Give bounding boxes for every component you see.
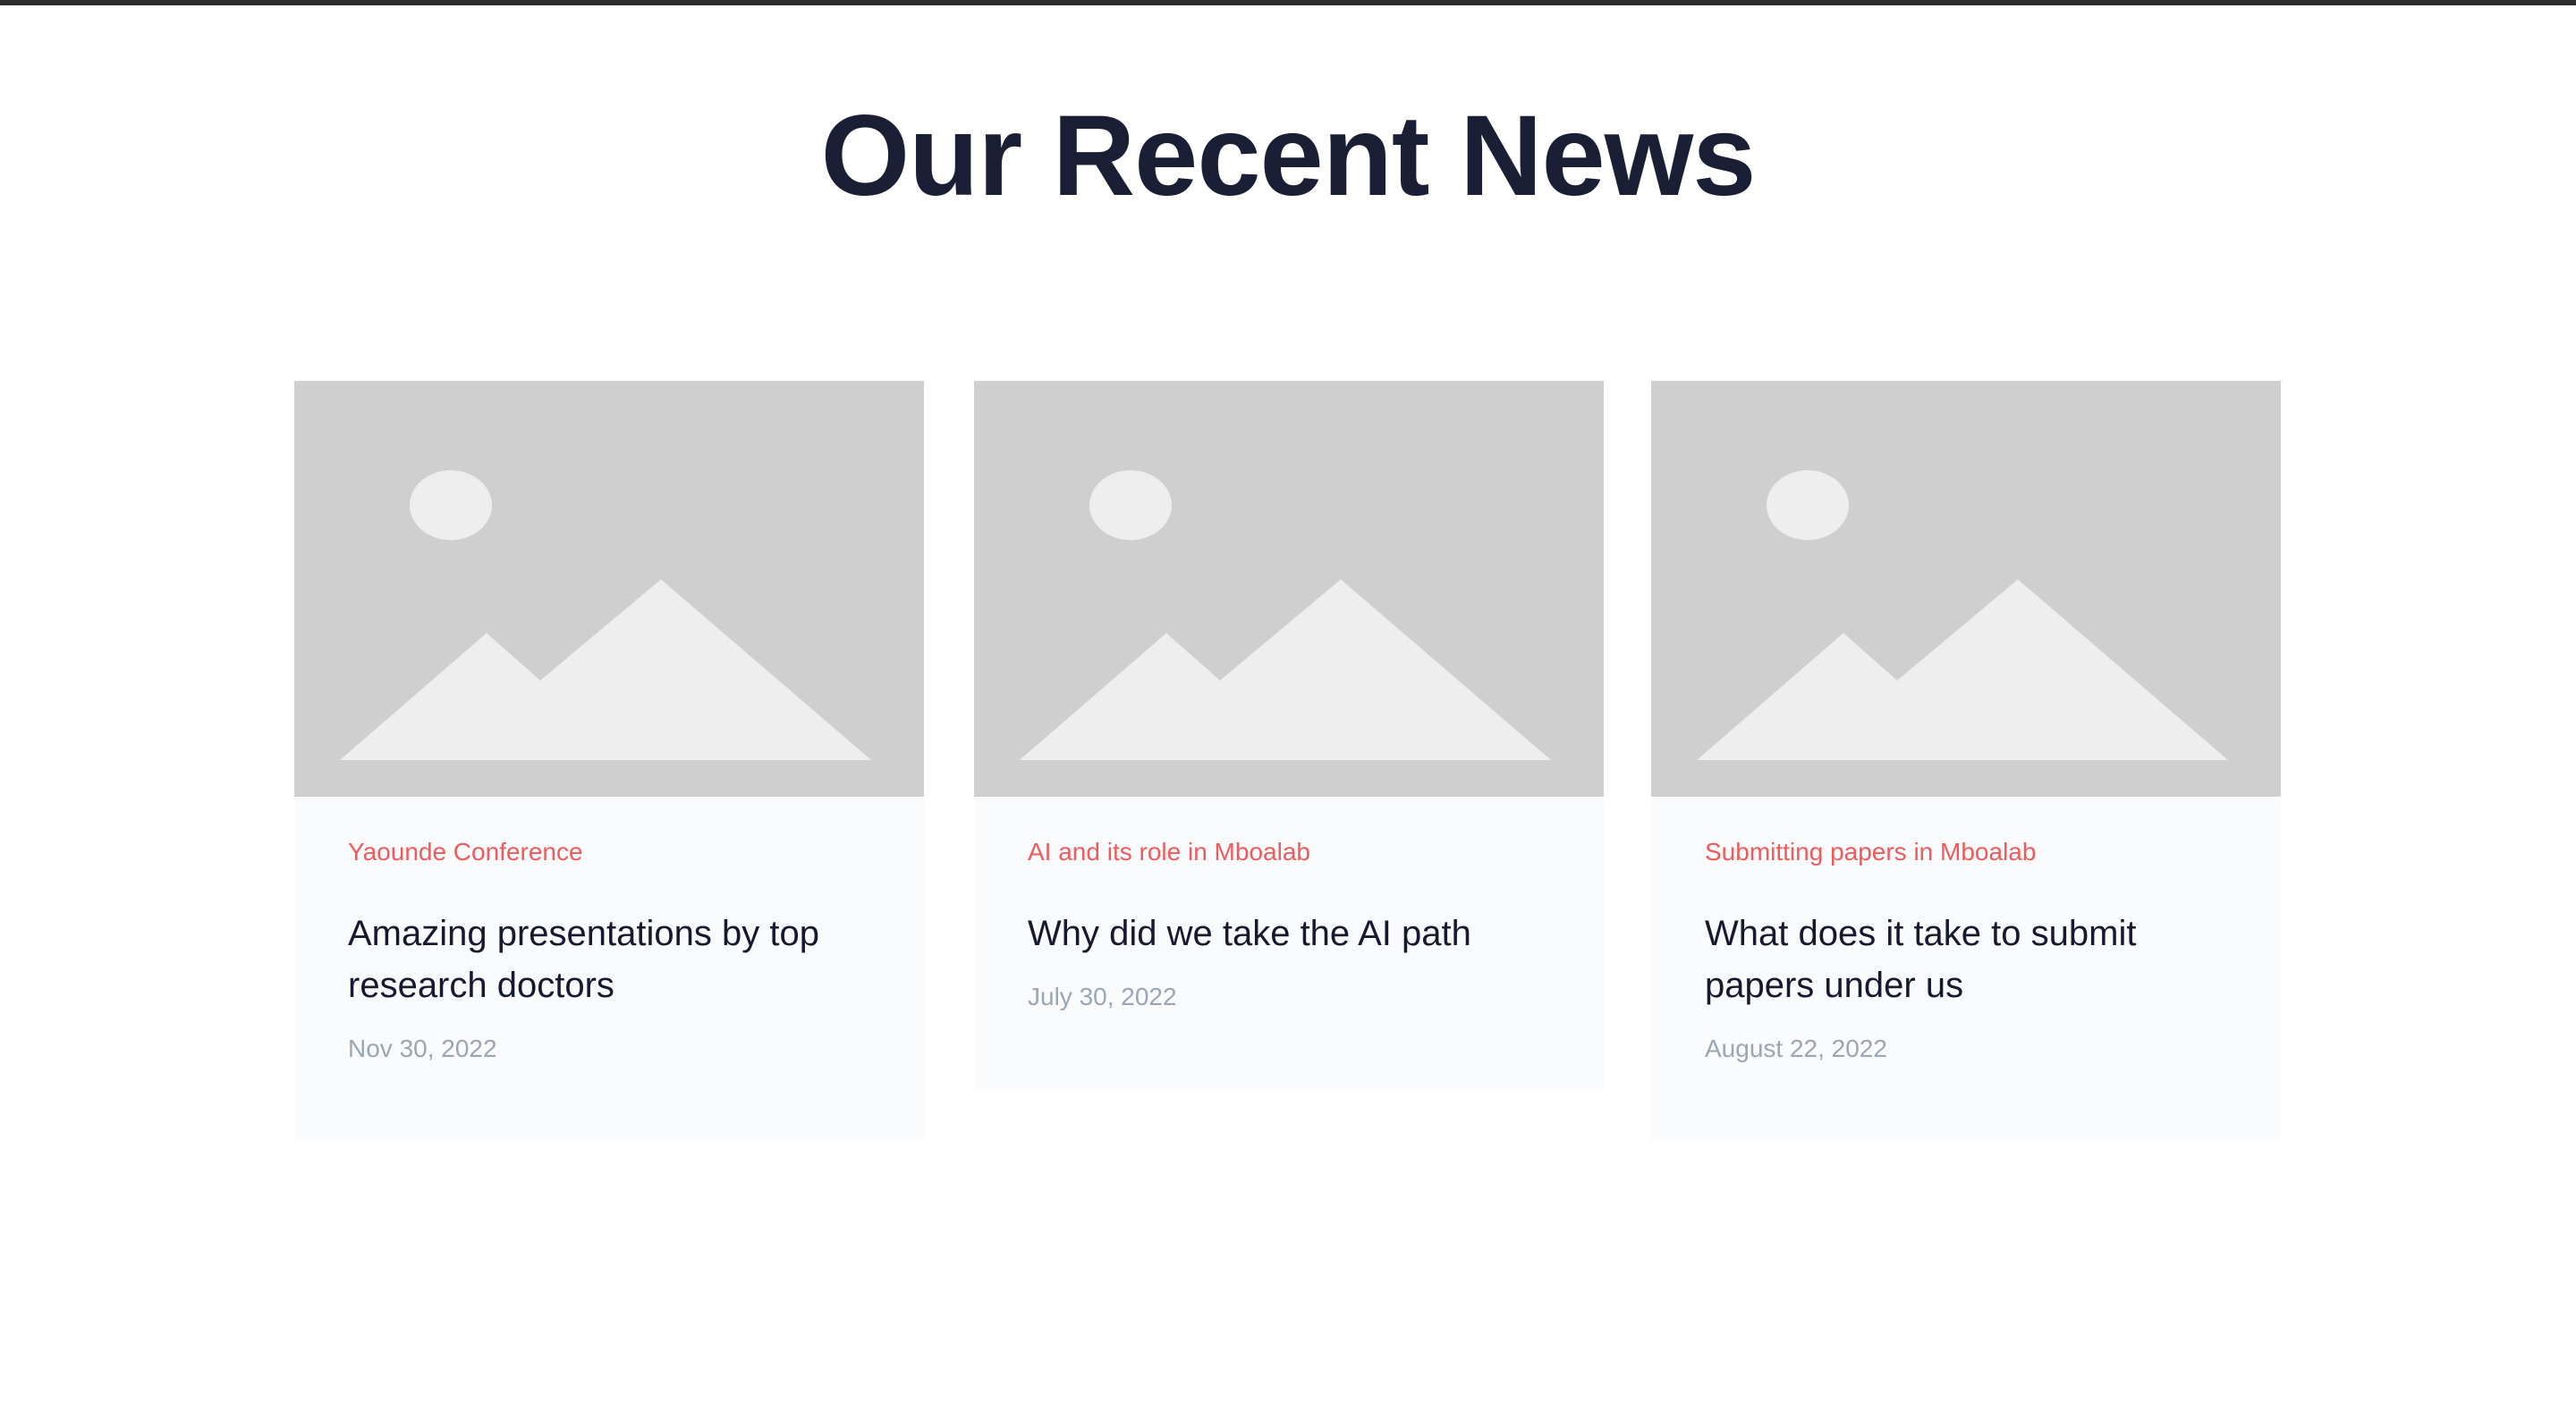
news-date: Nov 30, 2022 bbox=[348, 1035, 497, 1062]
news-card[interactable]: AI and its role in Mboalab Why did we ta… bbox=[974, 381, 1604, 1091]
news-category-link[interactable]: Submitting papers in Mboalab bbox=[1705, 797, 2227, 870]
image-placeholder-icon[interactable] bbox=[294, 381, 924, 797]
image-placeholder-icon[interactable] bbox=[1651, 381, 2281, 797]
news-card[interactable]: Yaounde Conference Amazing presentations… bbox=[294, 381, 924, 1141]
news-category-link[interactable]: AI and its role in Mboalab bbox=[1028, 797, 1550, 870]
news-card[interactable]: Submitting papers in Mboalab What does i… bbox=[1651, 381, 2281, 1141]
top-divider bbox=[0, 0, 2576, 5]
news-category-link[interactable]: Yaounde Conference bbox=[348, 797, 870, 870]
news-headline-link[interactable]: Amazing presentations by top research do… bbox=[348, 908, 870, 1011]
news-headline-link[interactable]: Why did we take the AI path bbox=[1028, 908, 1550, 959]
image-placeholder-icon[interactable] bbox=[974, 381, 1604, 797]
news-card-grid: Yaounde Conference Amazing presentations… bbox=[0, 381, 2576, 1150]
section-title: Our Recent News bbox=[820, 92, 1757, 220]
news-headline-link[interactable]: What does it take to submit papers under… bbox=[1705, 908, 2227, 1011]
news-date: July 30, 2022 bbox=[1028, 983, 1177, 1010]
news-date: August 22, 2022 bbox=[1705, 1035, 1887, 1062]
